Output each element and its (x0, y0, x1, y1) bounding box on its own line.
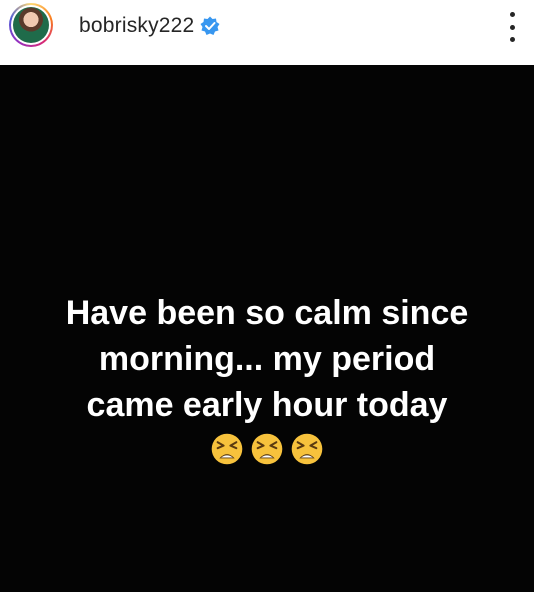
avatar-story-ring[interactable] (9, 3, 53, 47)
post-text-line: morning... my period (98, 340, 436, 378)
verified-badge-icon (200, 16, 220, 35)
post-image[interactable]: Have been so calm since morning... my pe… (0, 65, 534, 592)
avatar (13, 7, 49, 43)
more-dot-icon (509, 24, 515, 30)
username-row: bobrisky222 (79, 14, 220, 38)
emoji-row (210, 432, 324, 466)
tired-face-icon (291, 433, 323, 465)
post-header: bobrisky222 (0, 0, 534, 65)
more-dot-icon (509, 12, 515, 17)
post-text-line: came early hour today (86, 386, 448, 424)
post-caption-text: Have been so calm since morning... my pe… (17, 290, 517, 428)
more-options-button[interactable] (508, 12, 516, 42)
tired-face-icon (211, 433, 243, 465)
username-link[interactable]: bobrisky222 (79, 14, 194, 38)
post-text-line: Have been so calm since (65, 294, 469, 332)
tired-face-icon (251, 433, 283, 465)
more-dot-icon (509, 37, 515, 42)
